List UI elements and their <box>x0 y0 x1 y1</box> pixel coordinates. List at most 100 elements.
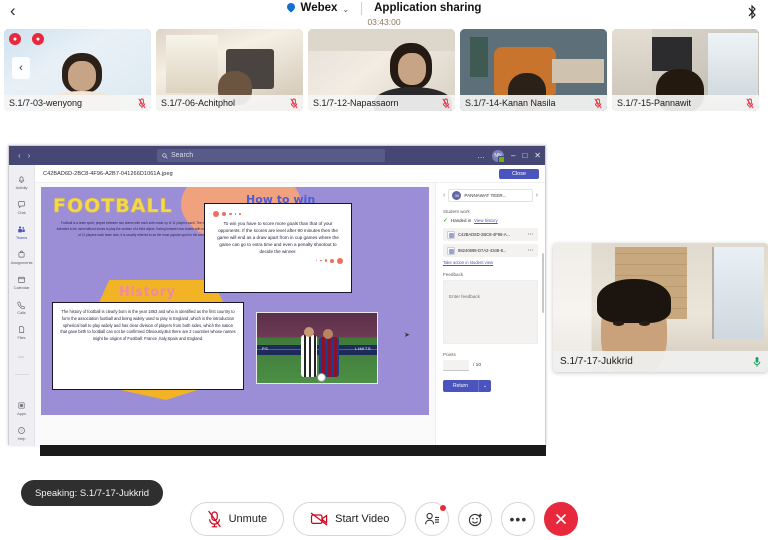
return-button-group[interactable]: Return ⌄ <box>443 380 538 392</box>
feedback-placeholder: Enter feedback <box>449 294 480 299</box>
attachment-row[interactable]: 98240698-D7A2-4348-8... ⋯ <box>443 244 538 257</box>
take-action-link[interactable]: Take action in student view <box>443 260 538 265</box>
unmute-label: Unmute <box>228 513 268 525</box>
sidebar-item-apps[interactable]: Apps <box>9 396 35 421</box>
participant-tile[interactable]: ● ● ‹ S.1/7-03-wenyong <box>4 29 151 111</box>
participant-filmstrip[interactable]: ● ● ‹ S.1/7-03-wenyong S.1/7-06-Achitpho… <box>0 29 768 113</box>
search-icon <box>162 152 168 159</box>
close-window-button[interactable]: ✕ <box>534 151 541 160</box>
sidebar-item-help[interactable]: ? Help <box>9 421 35 446</box>
participant-tile[interactable]: S.1/7-14-Kanan Nasila <box>460 29 607 111</box>
check-icon: ✓ <box>443 218 449 224</box>
history-text: The history of football is clearly born … <box>60 309 236 341</box>
attachment-row[interactable]: C42BAD6D-2BC8-4F96-A... ⋯ <box>443 228 538 241</box>
minimize-button[interactable]: – <box>511 151 515 160</box>
participant-tile[interactable]: S.1/7-15-Pannawit <box>612 29 759 111</box>
feedback-label: Feedback <box>443 272 464 277</box>
document-filename: C42BAD6D-2BC8-4F96-A2B7-041266D1061A.jpe… <box>43 170 173 177</box>
slide-preview-pane[interactable]: FOOTBALL Football is a team sport, playe… <box>35 183 435 446</box>
teams-app-rail[interactable]: Activity Chat Teams Assignments Calendar… <box>9 165 35 446</box>
shared-screen-letterbox <box>40 445 546 456</box>
grading-pane[interactable]: ‹ 30 PANNAWAT TEER... › Student work ✓ H… <box>435 183 545 446</box>
reactions-smiley-icon <box>468 513 482 526</box>
unmute-button[interactable]: Unmute <box>189 502 285 536</box>
recording-badge-icon: ● <box>9 33 21 45</box>
mouse-cursor-icon: ➤ <box>404 332 410 339</box>
sidebar-item-calls[interactable]: Calls <box>9 295 35 320</box>
phone-icon <box>17 301 26 309</box>
eye <box>613 321 624 326</box>
self-view-video[interactable]: S.1/7-17-Jukkrid <box>553 243 768 372</box>
page-title: Application sharing <box>374 2 482 14</box>
attachment-more-icon[interactable]: ⋯ <box>528 247 534 254</box>
camera-off-icon <box>310 512 328 526</box>
participant-tile[interactable]: S.1/7-06-Achitphol <box>156 29 303 111</box>
filmstrip-prev-button[interactable]: ‹ <box>12 57 30 79</box>
nav-forward-icon[interactable]: › <box>28 151 31 160</box>
participant-tile[interactable]: S.1/7-12-Napassaorn <box>308 29 455 111</box>
teams-window-controls[interactable]: … NN – □ ✕ <box>477 146 541 165</box>
avatar[interactable]: NN <box>492 149 505 163</box>
teams-icon <box>18 226 25 233</box>
status-badge-icon: ● <box>32 33 44 45</box>
start-video-button[interactable]: Start Video <box>293 502 407 536</box>
participant-label: S.1/7-06-Achitphol <box>156 95 303 111</box>
student-selector[interactable]: 30 PANNAWAT TEER... <box>448 189 533 202</box>
how-to-win-card: To win you have to score more goals than… <box>204 203 352 293</box>
points-input[interactable] <box>443 360 469 371</box>
teams-nav-arrows[interactable]: ‹ › <box>18 151 30 160</box>
notification-badge <box>439 504 448 512</box>
next-student-button[interactable]: › <box>536 192 538 199</box>
pitch-line <box>257 349 377 350</box>
sidebar-item-calendar[interactable]: Calendar <box>9 270 35 295</box>
sidebar-item-label: Calls <box>17 310 26 315</box>
end-call-button[interactable] <box>544 502 579 536</box>
reactions-button[interactable] <box>458 502 493 536</box>
pane-scrollbar[interactable] <box>542 253 544 313</box>
presentation-slide: FOOTBALL Football is a team sport, playe… <box>41 187 429 415</box>
overflow-icon[interactable]: … <box>477 151 485 160</box>
prev-student-button[interactable]: ‹ <box>443 192 445 199</box>
sidebar-item-label: Calendar <box>13 285 30 290</box>
points-row[interactable]: / 10 <box>443 360 538 371</box>
help-icon: ? <box>18 427 25 434</box>
sidebar-item-activity[interactable]: Activity <box>9 170 35 195</box>
document-header: C42BAD6D-2BC8-4F96-A2B7-041266D1061A.jpe… <box>35 165 545 183</box>
return-dropdown-icon[interactable]: ⌄ <box>478 380 492 392</box>
eye <box>639 321 650 326</box>
teams-window: ‹ › Search … NN – □ ✕ Activity Chat Team… <box>8 145 546 446</box>
nav-back-icon[interactable]: ‹ <box>18 151 21 160</box>
sidebar-item-teams[interactable]: Teams <box>9 220 35 245</box>
attachment-more-icon[interactable]: ⋯ <box>528 231 534 238</box>
sidebar-item-chat[interactable]: Chat <box>9 195 35 220</box>
close-document-button[interactable]: Close <box>498 168 539 179</box>
sidebar-item-label: Activity <box>15 185 28 190</box>
sidebar-item-files[interactable]: Files <box>9 320 35 345</box>
participant-label: S.1/7-15-Pannawit <box>612 95 759 111</box>
maximize-button[interactable]: □ <box>522 151 527 160</box>
more-icon: ⋯ <box>18 355 25 361</box>
return-button[interactable]: Return <box>443 380 479 392</box>
participants-button[interactable] <box>415 502 450 536</box>
chevron-down-icon[interactable]: ⌄ <box>342 5 349 14</box>
feedback-input[interactable]: Enter feedback <box>443 280 538 344</box>
avatar: 30 <box>452 191 462 200</box>
speaking-text: Speaking: S.1/7-17-Jukkrid <box>34 487 150 499</box>
student-navigator[interactable]: ‹ 30 PANNAWAT TEER... › <box>443 189 538 202</box>
more-options-button[interactable]: ••• <box>501 502 536 536</box>
teams-search-box[interactable]: Search <box>157 149 385 162</box>
sidebar-item-more[interactable]: ⋯ <box>9 345 35 370</box>
webex-brand-label: Webex <box>300 2 338 14</box>
sidebar-item-label: Help <box>17 436 26 441</box>
participant-label: S.1/7-12-Napassaorn <box>308 95 455 111</box>
participant-name: S.1/7-06-Achitphol <box>161 98 236 108</box>
bluetooth-icon[interactable] <box>746 4 758 20</box>
apps-icon <box>18 402 25 409</box>
bell-icon <box>18 176 25 183</box>
participant-name: S.1/7-12-Napassaorn <box>313 98 399 108</box>
student-work-label: Student work <box>443 209 470 214</box>
file-icon <box>447 230 455 239</box>
sidebar-item-assignments[interactable]: Assignments <box>9 245 35 270</box>
chat-icon <box>18 201 25 209</box>
view-history-link[interactable]: View history <box>474 218 498 223</box>
